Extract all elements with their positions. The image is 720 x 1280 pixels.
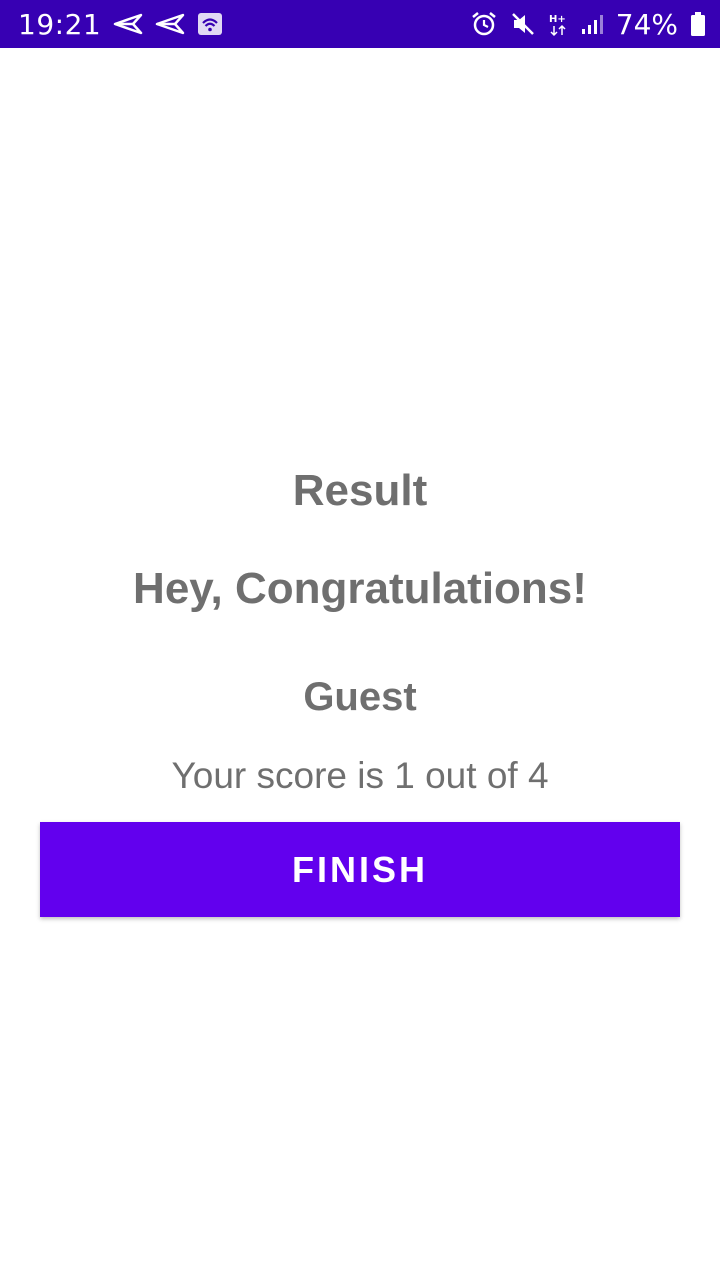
signal-icon <box>580 12 604 36</box>
score-text: Your score is 1 out of 4 <box>171 755 549 796</box>
status-bar: 19:21 H+ 74% <box>0 0 720 48</box>
result-title: Result <box>292 466 428 515</box>
congratulations-text: Hey, Congratulations! <box>133 564 587 613</box>
send-icon <box>155 13 185 35</box>
result-screen: 19:21 H+ 74% Result Hey, Congratulations… <box>0 0 720 1280</box>
battery-percent: 74% <box>615 7 678 41</box>
player-name: Guest <box>303 675 417 719</box>
network-type-label: H+ <box>549 14 566 25</box>
status-time: 19:21 <box>18 7 102 41</box>
status-bar-right: H+ 74% <box>470 8 706 41</box>
wifi-icon <box>197 12 223 36</box>
alarm-icon <box>470 11 498 37</box>
finish-button[interactable]: FINISH <box>40 822 680 917</box>
status-bar-left: 19:21 <box>18 8 223 41</box>
battery-icon <box>690 11 706 37</box>
mute-icon <box>510 11 536 37</box>
result-content: Result Hey, Congratulations! Guest Your … <box>0 48 720 1280</box>
send-icon <box>113 13 143 35</box>
network-type-icon: H+ <box>548 11 568 37</box>
